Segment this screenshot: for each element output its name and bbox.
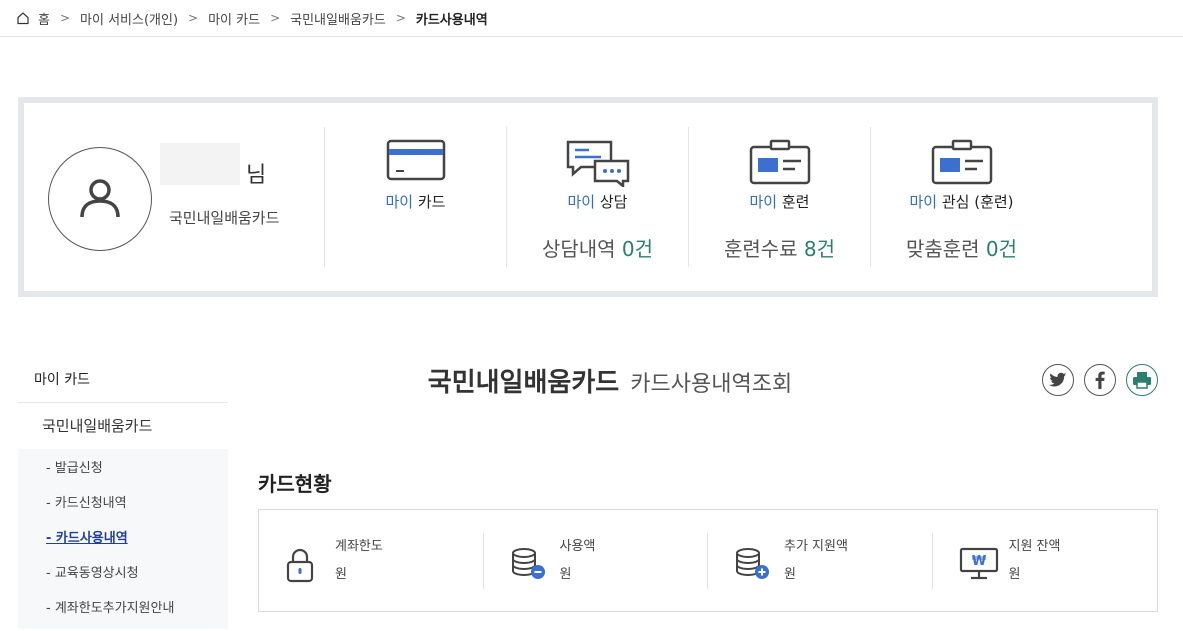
id-badge-icon bbox=[931, 139, 992, 185]
card-status-label: 계좌한도 bbox=[335, 538, 383, 554]
stat-title: 마이 상담 bbox=[567, 193, 628, 211]
sidebar-item-edu-video[interactable]: - 교육동영상시청 bbox=[18, 556, 228, 591]
sidebar-item-national-card[interactable]: 국민내일배움카드 bbox=[18, 403, 228, 449]
avatar bbox=[48, 147, 152, 251]
breadcrumb-label: 홈 bbox=[38, 12, 50, 28]
sidebar-submenu: - 발급신청 - 카드신청내역 - 카드사용내역 - 교육동영상시청 - 계좌한… bbox=[18, 449, 228, 629]
card-status-value: 원 bbox=[335, 566, 347, 582]
coins-plus-icon bbox=[736, 547, 769, 579]
card-status-value: 원 bbox=[559, 566, 572, 582]
stat-count: 맞춤훈련 0건 bbox=[905, 237, 1018, 261]
printer-icon bbox=[1133, 372, 1151, 389]
sidebar-item-limit-guide[interactable]: - 계좌한도추가지원안내 bbox=[18, 591, 228, 626]
stat-title: 마이 관심 (훈련) bbox=[909, 193, 1014, 211]
page-title: 국민내일배움카드 카드사용내역조회 bbox=[230, 362, 990, 399]
card-status-panel: 계좌한도 원 사용액 원 추가 지원액 원 ₩ 지원 잔액 원 bbox=[258, 509, 1158, 612]
stat-count: 상담내역 0건 bbox=[541, 237, 654, 261]
sidebar: 마이 카드 국민내일배움카드 - 발급신청 - 카드신청내역 - 카드사용내역 … bbox=[18, 357, 228, 629]
card-status-label: 지원 잔액 bbox=[1008, 538, 1061, 554]
profile-summary: 님 국민내일배움카드 마이 카드 마이 상담 상담내역 0건 마이 훈련 훈련수… bbox=[18, 97, 1158, 297]
user-icon bbox=[80, 179, 120, 218]
page-title-main: 국민내일배움카드 bbox=[427, 368, 620, 398]
breadcrumb: 홈 > 마이 서비스(개인) > 마이 카드 > 국민내일배움카드 > 카드사용… bbox=[0, 0, 1183, 37]
user-name-suffix: 님 bbox=[246, 163, 267, 188]
chat-bubbles-icon bbox=[566, 140, 629, 187]
breadcrumb-home[interactable]: 홈 bbox=[16, 9, 50, 28]
card-status-additional-support: 추가 지원액 원 bbox=[708, 532, 933, 589]
card-status-label: 추가 지원액 bbox=[784, 538, 848, 554]
id-badge-icon bbox=[749, 139, 810, 185]
stat-title: 마이 훈련 bbox=[749, 193, 810, 211]
credit-card-icon bbox=[386, 139, 445, 181]
section-title-card-status: 카드현황 bbox=[258, 472, 332, 496]
svg-text:₩: ₩ bbox=[971, 554, 986, 569]
print-button[interactable] bbox=[1126, 364, 1158, 396]
facebook-icon bbox=[1095, 371, 1105, 389]
twitter-icon bbox=[1049, 372, 1067, 387]
card-status-account-limit: 계좌한도 원 bbox=[259, 532, 484, 589]
user-name-masked bbox=[160, 143, 240, 185]
sidebar-head-my-card[interactable]: 마이 카드 bbox=[18, 357, 228, 403]
facebook-share-button[interactable] bbox=[1084, 364, 1116, 396]
monitor-won-icon: ₩ bbox=[959, 547, 998, 579]
breadcrumb-my-service[interactable]: 마이 서비스(개인) bbox=[80, 9, 178, 28]
stat-title: 마이 카드 bbox=[385, 193, 446, 211]
card-status-remaining-support: ₩ 지원 잔액 원 bbox=[933, 533, 1158, 589]
sidebar-item-issue-apply[interactable]: - 발급신청 bbox=[18, 451, 228, 486]
chevron-right-icon: > bbox=[395, 11, 406, 25]
coins-minus-icon bbox=[511, 547, 545, 579]
breadcrumb-current: 카드사용내역 bbox=[415, 12, 488, 28]
lock-icon bbox=[286, 548, 314, 582]
breadcrumb-national-card[interactable]: 국민내일배움카드 bbox=[290, 9, 386, 28]
card-status-used-amount: 사용액 원 bbox=[484, 532, 708, 589]
card-status-value: 원 bbox=[784, 566, 796, 582]
sidebar-item-card-apply-history[interactable]: - 카드신청내역 bbox=[18, 486, 228, 521]
chevron-right-icon: > bbox=[270, 11, 281, 25]
chevron-right-icon: > bbox=[188, 11, 199, 25]
chevron-right-icon: > bbox=[59, 11, 71, 25]
stat-my-interest[interactable]: 마이 관심 (훈련) 맞춤훈련 0건 bbox=[870, 127, 1052, 267]
card-status-value: 원 bbox=[1008, 566, 1021, 582]
home-icon bbox=[17, 12, 29, 25]
twitter-share-button[interactable] bbox=[1042, 364, 1074, 396]
stat-my-training[interactable]: 마이 훈련 훈련수료 8건 bbox=[688, 127, 870, 267]
card-status-label: 사용액 bbox=[559, 538, 596, 554]
user-card-name: 국민내일배움카드 bbox=[169, 209, 280, 227]
stat-count: 훈련수료 8건 bbox=[723, 237, 836, 261]
page-title-sub: 카드사용내역조회 bbox=[630, 372, 793, 397]
stat-my-counsel[interactable]: 마이 상담 상담내역 0건 bbox=[506, 127, 688, 267]
breadcrumb-my-card[interactable]: 마이 카드 bbox=[208, 9, 260, 28]
stat-my-card[interactable]: 마이 카드 bbox=[324, 127, 506, 267]
sidebar-item-card-usage-history[interactable]: - 카드사용내역 bbox=[18, 521, 228, 556]
